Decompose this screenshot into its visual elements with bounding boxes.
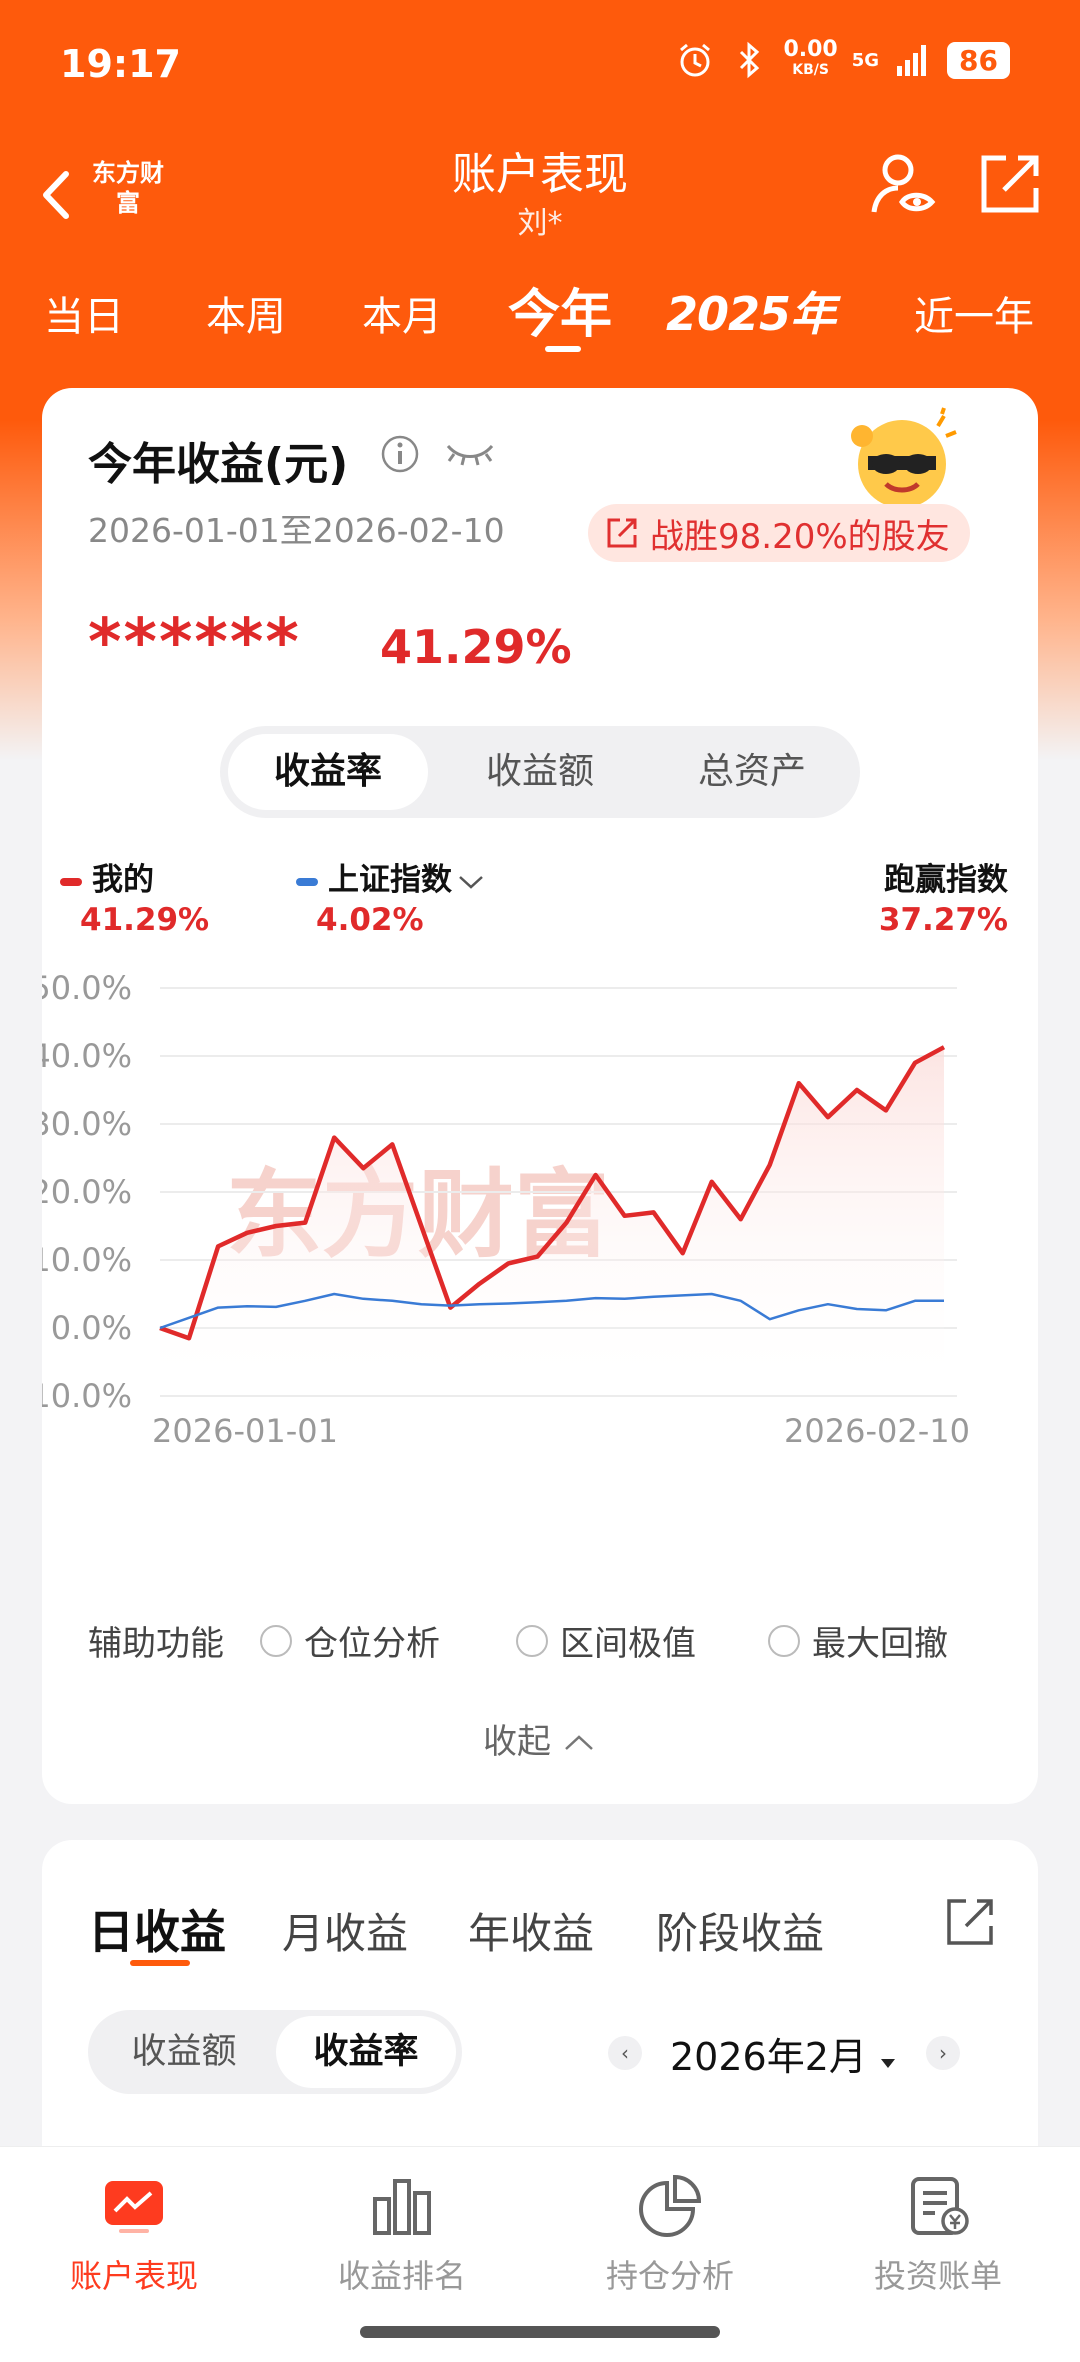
mascot-emoji-icon	[851, 407, 957, 508]
tab-active-indicator	[545, 346, 581, 352]
segment-return-amount[interactable]: 收益额	[440, 734, 640, 810]
home-indicator	[360, 2326, 720, 2338]
x-tick-label: 2026-01-01	[152, 1412, 338, 1450]
radio-button[interactable]	[768, 1624, 800, 1657]
return-percentage: 41.29%	[380, 620, 572, 674]
aux-option-max-drawdown[interactable]: 最大回撤	[768, 1616, 948, 1665]
legend-dot-index	[296, 877, 318, 886]
card-title: 今年收益(元)	[88, 439, 349, 490]
tab-yearly-earnings[interactable]: 年收益	[468, 1900, 594, 1961]
collapse-button[interactable]: 收起	[42, 1714, 1038, 1763]
nav-account-performance[interactable]: 账户表现	[34, 2171, 234, 2297]
chevron-down-icon	[459, 875, 483, 889]
signal-icon	[897, 45, 927, 76]
user-privacy-icon[interactable]	[870, 150, 940, 220]
performance-card: 今年收益(元) 2026-01-01至2026-02-10 战胜98.20%的股…	[42, 388, 1038, 1804]
earnings-segment-control: 收益额 收益率	[88, 2010, 462, 2094]
bluetooth-icon	[740, 41, 760, 79]
nav-holdings-analysis[interactable]: 持仓分析	[570, 2171, 770, 2297]
y-tick-label: 10.0%	[42, 1241, 132, 1279]
next-month-button[interactable]: ›	[926, 2036, 960, 2070]
tab-daily-earnings[interactable]: 日收益	[88, 1896, 226, 1962]
bill-icon	[911, 2177, 969, 2235]
beat-text: 战胜98.20%的股友	[650, 516, 950, 557]
tab-this-month[interactable]: 本月	[362, 284, 442, 342]
y-tick-label: 50.0%	[42, 969, 132, 1007]
return-line-chart[interactable]: 东方财富50.0%40.0%30.0%20.0%10.0%0.0%-10.0%2…	[42, 948, 1038, 1468]
eye-closed-icon[interactable]	[444, 438, 496, 470]
segment-total-assets[interactable]: 总资产	[652, 734, 852, 810]
status-bar: 19:17 0.00 KB/S 5G 86	[0, 0, 1080, 130]
legend-dot-mine	[60, 877, 82, 886]
tab-monthly-earnings[interactable]: 月收益	[282, 1900, 408, 1961]
battery-level: 86	[947, 41, 1010, 79]
month-selector[interactable]: 2026年2月	[670, 2026, 897, 2081]
date-range: 2026-01-01至2026-02-10	[88, 511, 505, 550]
tab-this-year[interactable]: 今年	[508, 272, 612, 347]
aux-option-range-extremes[interactable]: 区间极值	[516, 1616, 696, 1665]
beat-percentage-badge[interactable]: 战胜98.20%的股友	[588, 504, 970, 562]
radio-button[interactable]	[260, 1624, 292, 1657]
nav-investment-bill[interactable]: 投资账单	[838, 2171, 1038, 2297]
segment-earnings-amount[interactable]: 收益额	[94, 2016, 274, 2088]
radio-button[interactable]	[516, 1624, 548, 1657]
legend-beat-index: 跑赢指数	[884, 862, 1008, 898]
x-tick-label: 2026-02-10	[784, 1412, 970, 1450]
aux-option-position-analysis[interactable]: 仓位分析	[260, 1616, 440, 1665]
tab-last-year[interactable]: 近一年	[914, 284, 1034, 342]
trend-chart-icon	[105, 2181, 163, 2233]
legend-mine-value: 41.29%	[80, 902, 210, 938]
chevron-up-icon	[565, 1735, 593, 1750]
nav-earnings-ranking[interactable]: 收益排名	[302, 2171, 502, 2297]
segment-return-rate[interactable]: 收益率	[228, 734, 428, 810]
segment-earnings-rate[interactable]: 收益率	[276, 2016, 456, 2088]
pie-chart-icon	[639, 2174, 702, 2237]
status-icons: 0.00 KB/S 5G 86	[675, 37, 1010, 80]
period-tabs: 当日 本周 本月 今年 2025年 近一年	[0, 262, 1080, 352]
masked-return-amount: ******	[88, 606, 301, 680]
legend-index[interactable]: 上证指数	[296, 854, 486, 899]
status-time: 19:17	[60, 42, 181, 86]
network-type: 5G	[851, 49, 880, 71]
y-tick-label: 40.0%	[42, 1037, 132, 1075]
y-tick-label: 0.0%	[51, 1309, 132, 1347]
bar-chart-icon	[373, 2179, 431, 2235]
tab-this-week[interactable]: 本周	[206, 284, 286, 342]
legend-mine: 我的	[60, 854, 154, 899]
tab-stage-earnings[interactable]: 阶段收益	[656, 1900, 824, 1961]
legend-beat-value: 37.27%	[878, 902, 1008, 938]
tab-today[interactable]: 当日	[44, 284, 124, 342]
prev-month-button[interactable]: ‹	[608, 2036, 642, 2070]
y-tick-label: -10.0%	[42, 1377, 132, 1415]
metric-segment-control: 收益率 收益额 总资产	[220, 726, 860, 818]
alarm-icon	[680, 43, 711, 77]
net-speed: 0.00 KB/S	[783, 37, 838, 79]
aux-label: 辅助功能	[88, 1624, 224, 1664]
y-tick-label: 20.0%	[42, 1173, 132, 1211]
caret-down-icon	[880, 2059, 895, 2068]
tab-2025[interactable]: 2025年	[666, 278, 836, 344]
share-small-icon	[607, 518, 637, 548]
legend-index-value: 4.02%	[316, 902, 424, 938]
info-icon[interactable]	[380, 434, 420, 474]
share-icon[interactable]	[978, 152, 1042, 216]
y-tick-label: 30.0%	[42, 1105, 132, 1143]
nav-bar: 东方财富 账户表现 刘*	[0, 130, 1080, 260]
tab-active-indicator	[130, 1960, 190, 1966]
export-icon[interactable]	[944, 1896, 996, 1948]
